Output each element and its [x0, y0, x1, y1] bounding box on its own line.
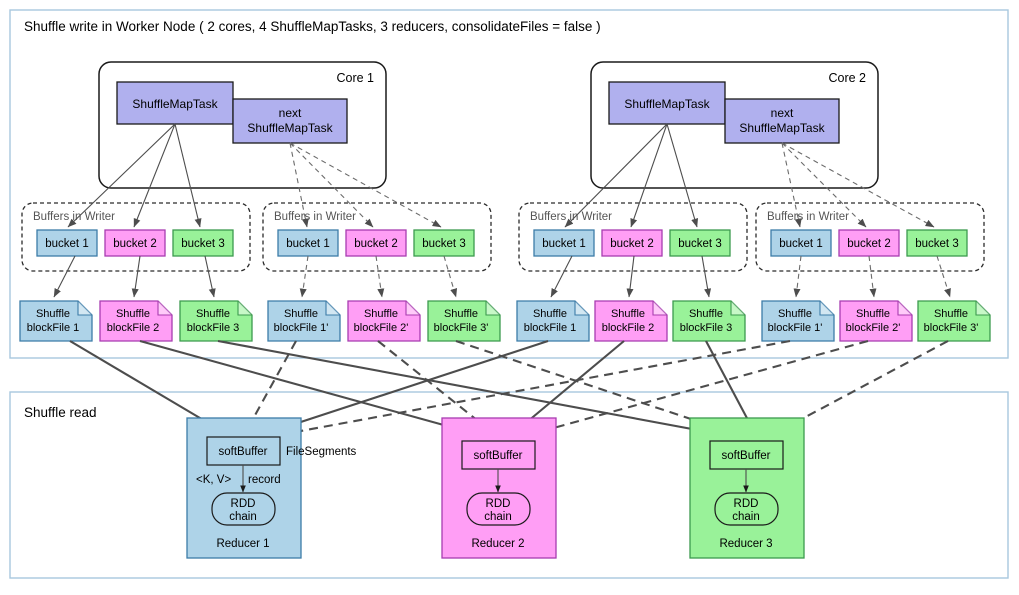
bucket-2-g3-label: bucket 2	[610, 238, 653, 250]
reducer-2-label: Reducer 2	[471, 538, 524, 550]
reducer-1-softbuffer-label: softBuffer	[218, 446, 267, 458]
core-2-next-label-line1: next	[771, 106, 794, 120]
buffers-in-writer-label-2: Buffers in Writer	[274, 211, 356, 223]
shuffle-write-title: Shuffle write in Worker Node ( 2 cores, …	[24, 19, 601, 34]
reducer-2: softBuffer RDD chain Reducer 2	[441, 417, 557, 559]
block-file-10-line2: blockFile 2'	[846, 322, 901, 334]
block-file-4-line2: blockFile 2'	[354, 322, 409, 334]
core-2-shufflemaptask-label: ShuffleMapTask	[624, 97, 710, 111]
block-file-0-line2: blockFile 1	[27, 322, 80, 334]
core-2-label: Core 2	[828, 71, 866, 85]
block-file-6: Shuffle blockFile 1	[516, 300, 590, 342]
reducer-1-label: Reducer 1	[216, 538, 269, 550]
reducer-1-kv-label: <K, V>	[196, 474, 231, 486]
block-file-1-line1: Shuffle	[116, 308, 150, 320]
core-2-next-label-line2: ShuffleMapTask	[739, 121, 825, 135]
block-file-9-line1: Shuffle	[778, 308, 812, 320]
block-file-3-line2: blockFile 1'	[274, 322, 329, 334]
file-segments-label: FileSegments	[286, 446, 357, 458]
reducer-2-rdd-line2: chain	[484, 511, 512, 523]
block-file-3: Shuffle blockFile 1'	[267, 300, 341, 342]
block-file-3-line1: Shuffle	[284, 308, 318, 320]
block-file-8-line1: Shuffle	[689, 308, 723, 320]
shuffle-read-title: Shuffle read	[24, 405, 97, 420]
block-file-5: Shuffle blockFile 3'	[427, 300, 501, 342]
bucket-3-g4-label: bucket 3	[915, 238, 958, 250]
bucket-2-g2-label: bucket 2	[354, 238, 397, 250]
block-file-5-line1: Shuffle	[444, 308, 478, 320]
bucket-2-g1-label: bucket 2	[113, 238, 156, 250]
block-file-9: Shuffle blockFile 1'	[761, 300, 835, 342]
core-1-shufflemaptask-label: ShuffleMapTask	[132, 97, 218, 111]
buffers-in-writer-label-4: Buffers in Writer	[767, 211, 849, 223]
diagram-canvas: Shuffle write in Worker Node ( 2 cores, …	[0, 0, 1019, 595]
block-file-2-line1: Shuffle	[196, 308, 230, 320]
block-file-1-line2: blockFile 2	[107, 322, 160, 334]
reducer-1: softBuffer <K, V> record RDD chain Reduc…	[186, 417, 302, 559]
block-file-4: Shuffle blockFile 2'	[347, 300, 421, 342]
block-file-10-line1: Shuffle	[856, 308, 890, 320]
block-file-1: Shuffle blockFile 2	[99, 300, 173, 342]
core-1-next-label-line2: ShuffleMapTask	[247, 121, 333, 135]
core-1-next-label-line1: next	[279, 106, 302, 120]
block-file-8-line2: blockFile 3	[680, 322, 733, 334]
block-file-7-line2: blockFile 2	[602, 322, 655, 334]
reducer-2-softbuffer-label: softBuffer	[473, 450, 522, 462]
block-file-2-line2: blockFile 3	[187, 322, 240, 334]
reducer-1-record-label: record	[248, 474, 281, 486]
reducer-1-rdd-line2: chain	[229, 511, 257, 523]
block-file-0: Shuffle blockFile 1	[19, 300, 93, 342]
block-file-7: Shuffle blockFile 2	[594, 300, 668, 342]
block-file-11-line1: Shuffle	[934, 308, 968, 320]
reducer-2-rdd-line1: RDD	[486, 498, 511, 510]
reducer-3-rdd-line2: chain	[732, 511, 760, 523]
reducer-3: softBuffer RDD chain Reducer 3	[689, 417, 805, 559]
block-file-7-line1: Shuffle	[611, 308, 645, 320]
bucket-1-g1-label: bucket 1	[45, 238, 88, 250]
bucket-2-g4-label: bucket 2	[847, 238, 890, 250]
bucket-1-g2-label: bucket 1	[286, 238, 329, 250]
reducer-3-softbuffer-label: softBuffer	[721, 450, 770, 462]
block-file-4-line1: Shuffle	[364, 308, 398, 320]
block-file-11: Shuffle blockFile 3'	[917, 300, 991, 342]
bucket-3-g2-label: bucket 3	[422, 238, 465, 250]
block-file-9-line2: blockFile 1'	[768, 322, 823, 334]
shuffle-architecture-diagram: Shuffle write in Worker Node ( 2 cores, …	[9, 9, 1009, 579]
block-file-2: Shuffle blockFile 3	[179, 300, 253, 342]
bucket-1-g4-label: bucket 1	[779, 238, 822, 250]
bucket-1-g3-label: bucket 1	[542, 238, 585, 250]
bucket-3-g1-label: bucket 3	[181, 238, 224, 250]
reducer-1-rdd-line1: RDD	[231, 498, 256, 510]
block-file-10: Shuffle blockFile 2'	[839, 300, 913, 342]
block-file-6-line2: blockFile 1	[524, 322, 577, 334]
core-1-label: Core 1	[336, 71, 374, 85]
reducer-3-rdd-line1: RDD	[734, 498, 759, 510]
block-file-5-line2: blockFile 3'	[434, 322, 489, 334]
reducer-3-label: Reducer 3	[719, 538, 772, 550]
block-file-6-line1: Shuffle	[533, 308, 567, 320]
block-file-8: Shuffle blockFile 3	[672, 300, 746, 342]
block-file-11-line2: blockFile 3'	[924, 322, 979, 334]
block-file-0-line1: Shuffle	[36, 308, 70, 320]
bucket-3-g3-label: bucket 3	[678, 238, 721, 250]
